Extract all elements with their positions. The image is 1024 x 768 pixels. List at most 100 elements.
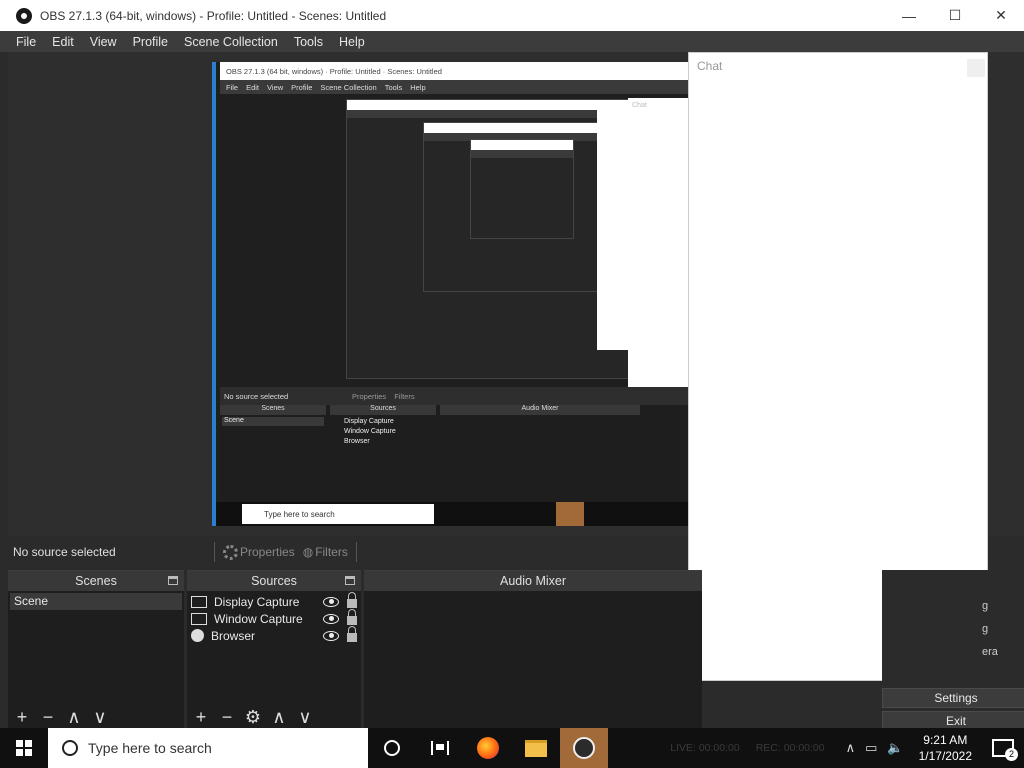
- cortana-button[interactable]: [368, 728, 416, 768]
- menu-help[interactable]: Help: [331, 35, 373, 49]
- notification-count: 2: [1005, 748, 1018, 761]
- nested-preview-3: [470, 139, 574, 239]
- sources-list: Display Capture Window Capture Browser +…: [187, 591, 361, 728]
- nested-menu-file: File: [226, 82, 239, 92]
- scenes-dock: Scenes Scene + − ∧ ∨: [8, 570, 184, 728]
- lock-icon[interactable]: [347, 626, 357, 642]
- sources-dock: Sources Display Capture Window Capture B…: [187, 570, 361, 728]
- menu-view[interactable]: View: [82, 35, 125, 49]
- clock[interactable]: 9:21 AM 1/17/2022: [919, 732, 972, 764]
- source-label: Browser: [211, 628, 256, 643]
- source-label: Display Capture: [214, 594, 300, 609]
- add-source-button[interactable]: +: [191, 706, 211, 728]
- obs-taskbar-button[interactable]: [560, 728, 608, 768]
- scenes-title: Scenes: [75, 574, 117, 588]
- move-down-button[interactable]: ∨: [90, 706, 110, 728]
- remove-source-button[interactable]: −: [217, 706, 237, 728]
- toolbar-divider: [355, 542, 357, 562]
- scene-item[interactable]: Scene: [10, 593, 182, 610]
- window-icon: [191, 612, 207, 625]
- menu-tools[interactable]: Tools: [286, 35, 331, 49]
- windows-logo-icon: [16, 740, 32, 756]
- clock-date: 1/17/2022: [918, 749, 972, 763]
- firefox-icon: [477, 737, 499, 759]
- menu-scene-collection[interactable]: Scene Collection: [176, 35, 286, 49]
- task-view-icon: [431, 741, 449, 755]
- nested-preview-2: [423, 122, 599, 292]
- sources-header: Sources: [187, 571, 361, 591]
- start-button[interactable]: [0, 728, 48, 768]
- file-explorer-taskbar-button[interactable]: [512, 728, 560, 768]
- close-button[interactable]: ✕: [978, 0, 1024, 31]
- firefox-taskbar-button[interactable]: [464, 728, 512, 768]
- nested-source-item: Window Capture: [344, 428, 396, 435]
- lock-icon[interactable]: [347, 592, 357, 608]
- controls-partial-text: era: [982, 646, 998, 658]
- menu-edit[interactable]: Edit: [44, 35, 82, 49]
- search-placeholder: Type here to search: [88, 740, 212, 756]
- source-item[interactable]: Browser: [187, 626, 361, 644]
- lock-icon[interactable]: [347, 609, 357, 625]
- move-down-button[interactable]: ∨: [295, 706, 315, 728]
- properties-button[interactable]: Properties: [219, 544, 299, 560]
- nested-source-item: Display Capture: [344, 418, 394, 425]
- sources-toolbar: + − ⚙ ∧ ∨: [187, 706, 361, 728]
- add-scene-button[interactable]: +: [12, 706, 32, 728]
- menu-profile[interactable]: Profile: [125, 35, 176, 49]
- folder-icon: [525, 739, 547, 757]
- eye-icon[interactable]: [323, 630, 339, 641]
- clock-time: 9:21 AM: [923, 733, 968, 747]
- chevron-up-icon[interactable]: ∧: [846, 740, 856, 756]
- chat-close-button[interactable]: [967, 59, 985, 77]
- nested-window-title: OBS 27.1.3 (64 bit, windows) · Profile: …: [220, 62, 688, 80]
- nested-sources-list: Display Capture Window Capture Browser: [344, 417, 396, 447]
- monitor-icon: [191, 595, 207, 608]
- live-status: LIVE: 00:00:00: [670, 742, 740, 754]
- nested-mixer-header: Audio Mixer: [440, 405, 640, 415]
- filters-button[interactable]: ◍ Filters: [299, 545, 352, 559]
- nested-scenes-header: Scenes: [220, 405, 326, 415]
- volume-muted-icon[interactable]: 🔈: [887, 740, 903, 756]
- source-settings-gear-icon[interactable]: ⚙: [243, 706, 263, 728]
- scenes-list: Scene + − ∧ ∨: [8, 591, 184, 728]
- task-view-button[interactable]: [416, 728, 464, 768]
- notification-center-button[interactable]: 2: [992, 739, 1018, 761]
- scenes-header: Scenes: [8, 571, 184, 591]
- nested-menu-help: Help: [410, 82, 426, 92]
- sources-title: Sources: [251, 574, 297, 588]
- maximize-button[interactable]: ☐: [932, 0, 978, 31]
- nested-menu-view: View: [267, 82, 284, 92]
- audio-mixer-title: Audio Mixer: [500, 574, 566, 588]
- audio-mixer-header: Audio Mixer: [364, 571, 702, 591]
- nested-filters: Filters: [394, 391, 415, 401]
- controls-dock: g g era Settings Exit: [882, 570, 1024, 731]
- taskbar-search[interactable]: Type here to search: [48, 728, 368, 768]
- move-up-button[interactable]: ∧: [64, 706, 84, 728]
- eye-icon[interactable]: [323, 596, 339, 607]
- nested-source-item: Browser: [344, 438, 370, 445]
- eye-icon[interactable]: [323, 613, 339, 624]
- undock-icon[interactable]: [345, 576, 355, 585]
- undock-icon[interactable]: [168, 576, 178, 585]
- preview-canvas[interactable]: OBS 27.1.3 (64 bit, windows) · Profile: …: [212, 62, 688, 526]
- nested-menu-edit: Edit: [246, 82, 260, 92]
- network-icon[interactable]: ▭: [865, 740, 877, 756]
- settings-button[interactable]: Settings: [882, 688, 1024, 708]
- nested-preview-1: [346, 99, 636, 379]
- window-title: OBS 27.1.3 (64-bit, windows) - Profile: …: [40, 8, 387, 23]
- audio-mixer-dock: Audio Mixer: [364, 570, 702, 728]
- obs-icon: [573, 737, 595, 759]
- filter-icon: ◍: [302, 545, 314, 559]
- scenes-toolbar: + − ∧ ∨: [8, 706, 184, 728]
- nested-scene-item: Scene: [222, 417, 324, 426]
- controls-partial-text: g: [982, 623, 989, 635]
- nested-status-bar: No source selected Properties Filters: [220, 387, 688, 405]
- search-icon: [62, 740, 78, 756]
- source-item[interactable]: Display Capture: [187, 592, 361, 610]
- menu-file[interactable]: File: [8, 35, 44, 49]
- minimize-button[interactable]: —: [886, 0, 932, 31]
- remove-scene-button[interactable]: −: [38, 706, 58, 728]
- move-up-button[interactable]: ∧: [269, 706, 289, 728]
- menu-bar: File Edit View Profile Scene Collection …: [0, 31, 1024, 52]
- source-item[interactable]: Window Capture: [187, 609, 361, 627]
